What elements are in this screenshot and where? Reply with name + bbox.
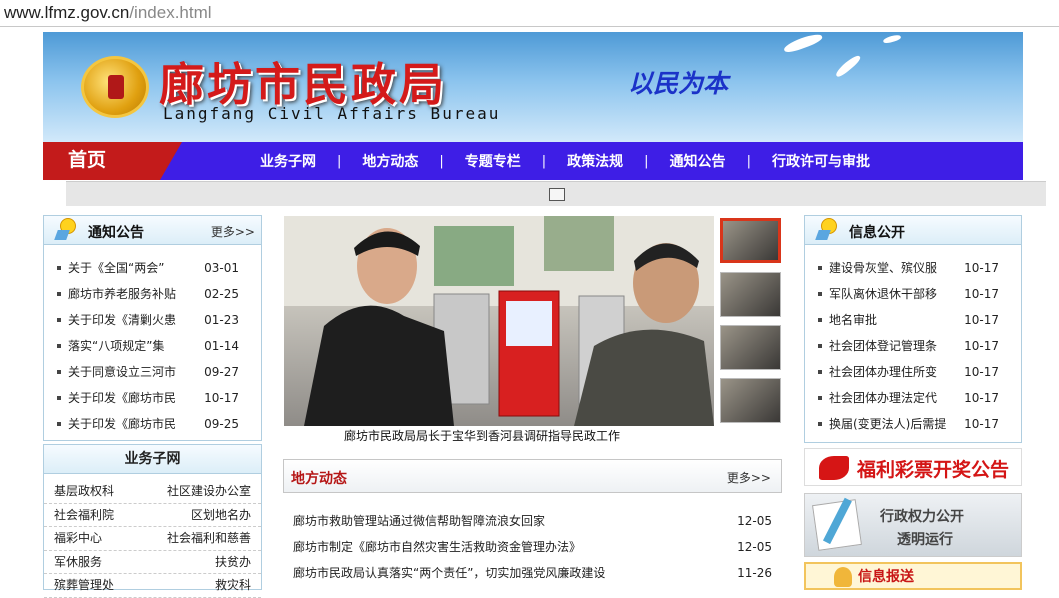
address-bar[interactable]: www.lfmz.gov.cn/index.html bbox=[0, 0, 1059, 27]
photo-caption[interactable]: 廊坊市民政局局长于宝华到香河县调研指导民政工作 bbox=[344, 427, 620, 444]
nav-home[interactable]: 首页 bbox=[43, 142, 182, 180]
info-panel: 信息公开 建设骨灰堂、殡仪服 10-17 军队离休退休干部移 10-17 地名审批 1… bbox=[804, 215, 1022, 443]
local-news-list: 廊坊市救助管理站通过微信帮助智障流浪女回家 12-05 廊坊市制定《廊坊市自然灾害… bbox=[283, 508, 782, 586]
info-report-banner[interactable]: 信息报送 bbox=[804, 562, 1022, 590]
slogan: 以民为本 bbox=[628, 69, 729, 98]
pen-paper-icon bbox=[812, 499, 862, 551]
nav-item-policies[interactable]: 政策法规 bbox=[555, 151, 635, 171]
subnet-link[interactable]: 社会福利和慈善 bbox=[167, 527, 251, 550]
subnet-link[interactable]: 社区建设办公室 bbox=[167, 480, 251, 503]
subnet-link[interactable]: 扶贫办 bbox=[215, 551, 251, 574]
list-item[interactable]: 社会团体办理住所变 10-17 bbox=[805, 359, 1021, 385]
list-item[interactable]: 关于《全国“两会” 03-01 bbox=[44, 255, 261, 281]
bulb-icon bbox=[56, 218, 78, 243]
list-item[interactable]: 地名审批 10-17 bbox=[805, 307, 1021, 333]
info-report-text: 信息报送 bbox=[858, 569, 914, 585]
notices-more-link[interactable]: 更多>> bbox=[211, 223, 255, 240]
admin-power-line2: 透明运行 bbox=[897, 532, 953, 548]
nav-item-admin-license[interactable]: 行政许可与审批 bbox=[760, 151, 882, 171]
notices-title: 通知公告 bbox=[88, 225, 144, 241]
gray-bar bbox=[66, 181, 1046, 206]
list-item[interactable]: 建设骨灰堂、殡仪服 10-17 bbox=[805, 255, 1021, 281]
nav-separator: | bbox=[541, 153, 547, 169]
list-item[interactable]: 换届(变更法人)后需提 10-17 bbox=[805, 411, 1021, 437]
list-item[interactable]: 关于印发《清剿火患 01-23 bbox=[44, 307, 261, 333]
nav-item-business[interactable]: 业务子网 bbox=[248, 151, 328, 171]
nav-separator: | bbox=[644, 153, 649, 169]
url-path: /index.html bbox=[129, 3, 212, 22]
featured-photo[interactable] bbox=[284, 216, 714, 426]
local-news-header: 地方动态 更多>> bbox=[283, 459, 782, 493]
list-item[interactable]: 社会团体登记管理条 10-17 bbox=[805, 333, 1021, 359]
thumbnail[interactable] bbox=[720, 325, 781, 370]
subnet-link[interactable]: 救灾科 bbox=[215, 574, 251, 597]
info-header: 信息公开 bbox=[805, 216, 1021, 245]
list-item: 社会福利院 区划地名办 bbox=[44, 504, 261, 527]
national-emblem-icon bbox=[81, 56, 149, 118]
site-title-english: Langfang Civil Affairs Bureau bbox=[163, 104, 501, 123]
thumbnail[interactable] bbox=[720, 218, 781, 263]
site-banner: 廊坊市民政局 Langfang Civil Affairs Bureau 以民为… bbox=[43, 32, 1023, 142]
list-item: 军休服务 扶贫办 bbox=[44, 551, 261, 574]
info-title: 信息公开 bbox=[849, 225, 905, 241]
lottery-text: 福利彩票开奖公告 bbox=[857, 459, 1010, 481]
admin-power-line1: 行政权力公开 bbox=[880, 509, 964, 525]
subnet-link[interactable]: 区划地名办 bbox=[191, 504, 251, 527]
local-news-title: 地方动态 bbox=[291, 471, 347, 487]
subnet-link[interactable]: 福彩中心 bbox=[54, 527, 102, 550]
list-item[interactable]: 关于印发《廊坊市民 10-17 bbox=[44, 385, 261, 411]
list-item[interactable]: 关于印发《廊坊市民 09-25 bbox=[44, 411, 261, 437]
list-item[interactable]: 廊坊市民政局认真落实“两个责任”，切实加强党风廉政建设 11-26 bbox=[283, 560, 782, 586]
subnet-link[interactable]: 基层政权科 bbox=[54, 480, 114, 503]
admin-power-banner[interactable]: 行政权力公开 透明运行 bbox=[804, 493, 1022, 557]
list-item[interactable]: 社会团体办理法定代 10-17 bbox=[805, 385, 1021, 411]
thumbnail[interactable] bbox=[720, 378, 781, 423]
list-item[interactable]: 廊坊市救助管理站通过微信帮助智障流浪女回家 12-05 bbox=[283, 508, 782, 534]
nav-item-local-news[interactable]: 地方动态 bbox=[350, 151, 430, 171]
thumbnail[interactable] bbox=[720, 272, 781, 317]
local-news-more-link[interactable]: 更多>> bbox=[727, 469, 771, 486]
list-item: 基层政权科 社区建设办公室 bbox=[44, 480, 261, 504]
info-list: 建设骨灰堂、殡仪服 10-17 军队离休退休干部移 10-17 地名审批 10-17 … bbox=[805, 245, 1021, 437]
bulb-icon bbox=[817, 218, 839, 243]
photo-illustration bbox=[284, 216, 714, 426]
nav-separator: | bbox=[337, 153, 342, 169]
list-item[interactable]: 廊坊市制定《廊坊市自然灾害生活救助资金管理办法》 12-05 bbox=[283, 534, 782, 560]
subnet-panel: 业务子网 基层政权科 社区建设办公室 社会福利院 区划地名办 福彩中心 社会福利和慈善… bbox=[43, 444, 262, 598]
nav-item-notices[interactable]: 通知公告 bbox=[658, 151, 738, 171]
nav-item-special-topics[interactable]: 专题专栏 bbox=[453, 151, 533, 171]
user-icon bbox=[834, 567, 852, 587]
broken-image-icon bbox=[549, 188, 565, 201]
lottery-logo-icon bbox=[819, 456, 849, 480]
subnet-link[interactable]: 社会福利院 bbox=[54, 504, 114, 527]
dove-icon bbox=[833, 53, 863, 79]
main-nav: 首页 业务子网 | 地方动态 | 专题专栏 | 政策法规 | 通知公告 | 行政… bbox=[43, 142, 1023, 180]
subnet-title: 业务子网 bbox=[44, 445, 261, 474]
dove-icon bbox=[882, 33, 902, 45]
url-domain: www.lfmz.gov.cn bbox=[4, 3, 130, 22]
lottery-banner[interactable]: 福利彩票开奖公告 bbox=[804, 448, 1022, 486]
subnet-link[interactable]: 殡葬管理处 bbox=[54, 574, 114, 597]
list-item[interactable]: 关于同意设立三河市 09-27 bbox=[44, 359, 261, 385]
list-item[interactable]: 廊坊市养老服务补贴 02-25 bbox=[44, 281, 261, 307]
nav-separator: | bbox=[439, 153, 444, 169]
list-item[interactable]: 军队离休退休干部移 10-17 bbox=[805, 281, 1021, 307]
notices-header: 通知公告 更多>> bbox=[44, 216, 261, 245]
subnet-link[interactable]: 军休服务 bbox=[54, 551, 102, 574]
list-item[interactable]: 落实“八项规定”集 01-14 bbox=[44, 333, 261, 359]
nav-items: 业务子网 | 地方动态 | 专题专栏 | 政策法规 | 通知公告 | 行政许可与… bbox=[248, 142, 882, 180]
notices-list: 关于《全国“两会” 03-01 廊坊市养老服务补贴 02-25 关于印发《清剿火患 0… bbox=[44, 245, 261, 437]
list-item: 福彩中心 社会福利和慈善 bbox=[44, 527, 261, 551]
nav-separator: | bbox=[746, 153, 751, 169]
subnet-list: 基层政权科 社区建设办公室 社会福利院 区划地名办 福彩中心 社会福利和慈善 军休服务… bbox=[44, 474, 261, 598]
notices-panel: 通知公告 更多>> 关于《全国“两会” 03-01 廊坊市养老服务补贴 02-25 … bbox=[43, 215, 262, 441]
dove-icon bbox=[782, 32, 824, 55]
list-item: 殡葬管理处 救灾科 bbox=[44, 574, 261, 598]
